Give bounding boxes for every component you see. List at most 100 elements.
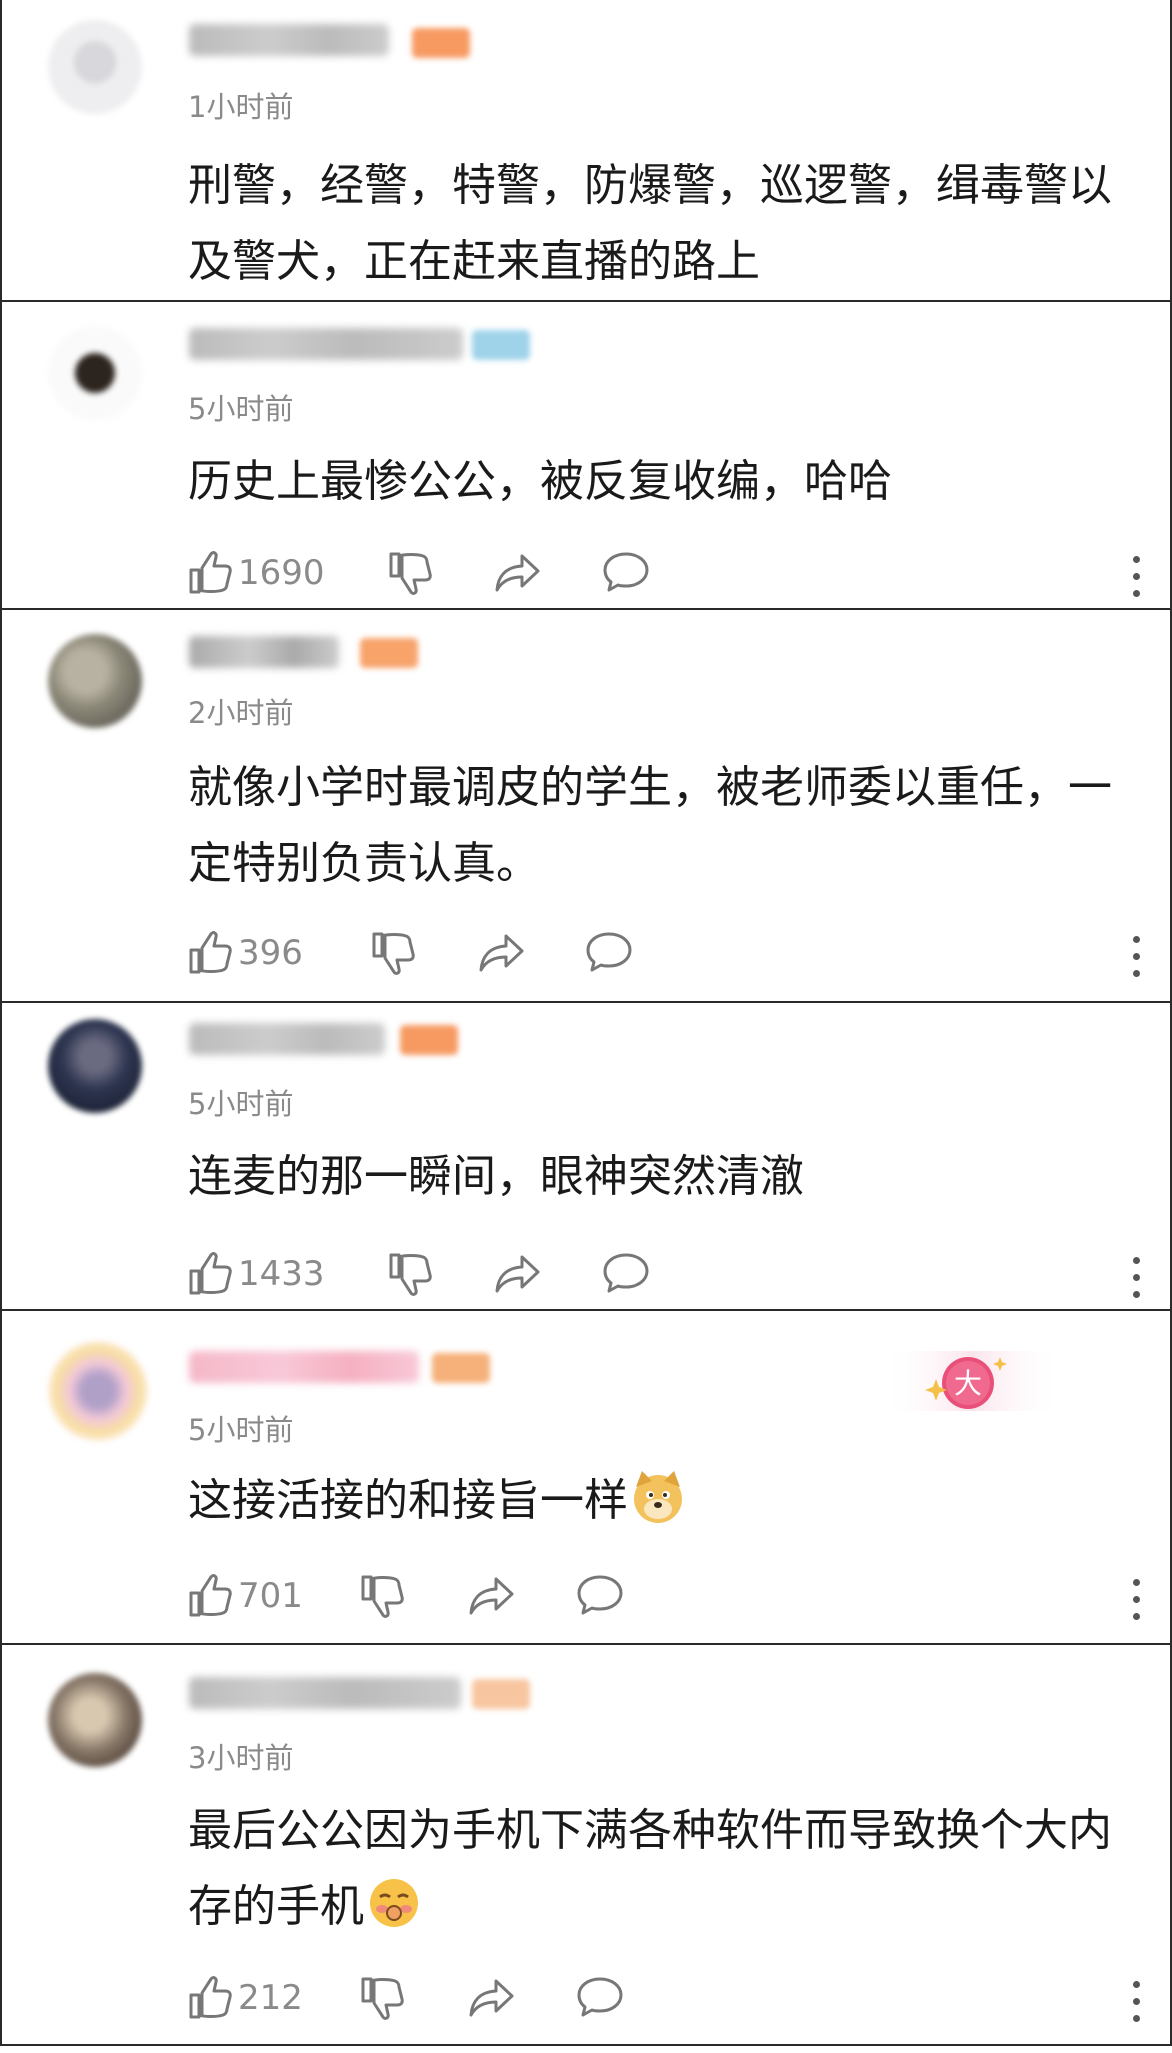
thumbs-up-icon	[189, 1574, 232, 1617]
thumbs-down-icon	[372, 932, 415, 975]
comment-text: 就像小学时最调皮的学生，被老师委以重任，一定特别负责认真。	[188, 762, 1112, 889]
avatar[interactable]	[48, 1341, 148, 1441]
share-icon	[495, 1255, 540, 1293]
comment-text-content: 这接活接的和接旨一样	[188, 1475, 628, 1526]
thumbs-up-icon	[189, 931, 232, 974]
comment-text-content: 最后公公因为手机下满各种软件而导致换个大内存的手机	[188, 1805, 1112, 1932]
avatar[interactable]	[48, 1673, 142, 1767]
comment-text: 刑警，经警，特警，防爆警，巡逻警，缉毒警以及警犬，正在赶来直播的路上	[188, 160, 1112, 287]
comment-bubble-icon	[586, 932, 632, 972]
thumbs-up-icon	[189, 1252, 232, 1295]
username-blurred[interactable]	[189, 1351, 419, 1383]
share-button[interactable]	[478, 930, 526, 974]
comment-text: 历史上最惨公公，被反复收编，哈哈	[188, 456, 892, 507]
thumbs-down-icon	[389, 1253, 432, 1296]
avatar[interactable]	[48, 634, 142, 728]
comment-time: 1小时前	[188, 90, 294, 124]
dislike-button[interactable]	[371, 930, 415, 976]
comment-item: 5小时前 连麦的那一瞬间，眼神突然清澈 1433	[0, 1001, 1172, 1311]
avatar[interactable]	[48, 20, 142, 114]
like-count: 701	[238, 1576, 303, 1616]
comment-text: 最后公公因为手机下满各种软件而导致换个大内存的手机	[188, 1793, 1134, 1957]
reply-button[interactable]	[585, 930, 633, 974]
share-button[interactable]	[494, 1251, 542, 1295]
more-vertical-icon	[1133, 556, 1140, 563]
comment-time: 5小时前	[188, 1087, 294, 1121]
like-count: 212	[238, 1978, 303, 2018]
dislike-button[interactable]	[360, 1573, 404, 1619]
comment-actions: 701	[188, 1573, 1148, 1625]
comment-text: 这接活接的和接旨一样	[188, 1463, 1134, 1551]
embarrassed-emoji-icon	[364, 1873, 424, 1957]
more-vertical-icon	[1133, 1981, 1140, 1988]
thumbs-up-icon	[189, 1976, 232, 2019]
comment-actions: 396	[188, 930, 1148, 982]
like-count: 1433	[238, 1254, 325, 1294]
share-icon	[469, 1577, 514, 1615]
more-options-button[interactable]	[1124, 934, 1148, 980]
reply-button[interactable]	[602, 1251, 650, 1295]
avatar[interactable]	[48, 326, 142, 420]
user-level-badge	[360, 638, 418, 668]
comment-item: 3小时前 最后公公因为手机下满各种软件而导致换个大内存的手机 212	[0, 1643, 1172, 2046]
comment-time: 5小时前	[188, 392, 294, 426]
share-icon	[495, 554, 540, 592]
more-options-button[interactable]	[1124, 1577, 1148, 1623]
username-blurred[interactable]	[189, 1023, 385, 1055]
reply-button[interactable]	[576, 1975, 624, 2019]
reply-button[interactable]	[602, 550, 650, 594]
more-dot	[1133, 1274, 1140, 1281]
username-blurred[interactable]	[189, 328, 463, 360]
comment-item: 大 5小时前 这接活接的和接旨一样 701	[0, 1309, 1172, 1645]
more-dot	[1133, 1998, 1140, 2005]
like-button[interactable]: 1433	[188, 1251, 325, 1297]
username-blurred[interactable]	[189, 636, 339, 668]
more-vertical-icon	[1133, 936, 1140, 943]
more-dot	[1133, 1596, 1140, 1603]
more-dot	[1133, 2015, 1140, 2022]
comment-actions: 1690	[188, 550, 1148, 602]
share-icon	[469, 1979, 514, 2017]
thumbs-up-icon	[189, 551, 232, 594]
username-blurred[interactable]	[189, 1677, 461, 1709]
comment-bubble-icon	[577, 1977, 623, 2017]
more-dot	[1133, 1291, 1140, 1298]
more-options-button[interactable]	[1124, 554, 1148, 600]
comment-bubble-icon	[603, 552, 649, 592]
reply-button[interactable]	[576, 1573, 624, 1617]
share-button[interactable]	[494, 550, 542, 594]
comment-time: 3小时前	[188, 1741, 294, 1775]
share-button[interactable]	[468, 1573, 516, 1617]
like-button[interactable]: 1690	[188, 550, 325, 596]
comment-item: 2小时前 就像小学时最调皮的学生，被老师委以重任，一定特别负责认真。 396	[0, 608, 1172, 1003]
more-vertical-icon	[1133, 1579, 1140, 1586]
like-button[interactable]: 212	[188, 1975, 303, 2021]
decoration-badge-icon: 大	[882, 1351, 1062, 1411]
dislike-button[interactable]	[388, 1251, 432, 1297]
comment-text: 连麦的那一瞬间，眼神突然清澈	[188, 1151, 804, 1202]
comment-actions: 212	[188, 1975, 1148, 2027]
user-level-badge	[412, 28, 470, 58]
like-button[interactable]: 396	[188, 930, 303, 976]
like-count: 396	[238, 933, 303, 973]
comment-bubble-icon	[603, 1253, 649, 1293]
share-icon	[479, 934, 524, 972]
more-dot	[1133, 953, 1140, 960]
username-blurred[interactable]	[189, 24, 389, 56]
decoration-label: 大	[954, 1367, 982, 1400]
more-options-button[interactable]	[1124, 1979, 1148, 2025]
dislike-button[interactable]	[388, 550, 432, 596]
more-dot	[1133, 970, 1140, 977]
dislike-button[interactable]	[360, 1975, 404, 2021]
user-level-badge	[472, 330, 530, 360]
more-dot	[1133, 1613, 1140, 1620]
share-button[interactable]	[468, 1975, 516, 2019]
like-button[interactable]: 701	[188, 1573, 303, 1619]
thumbs-down-icon	[389, 552, 432, 595]
more-vertical-icon	[1133, 1257, 1140, 1264]
comment-bubble-icon	[577, 1575, 623, 1615]
comment-actions: 1433	[188, 1251, 1148, 1303]
avatar[interactable]	[48, 1019, 142, 1113]
comment-item: 5小时前 历史上最惨公公，被反复收编，哈哈 1690	[0, 300, 1172, 610]
more-options-button[interactable]	[1124, 1255, 1148, 1301]
